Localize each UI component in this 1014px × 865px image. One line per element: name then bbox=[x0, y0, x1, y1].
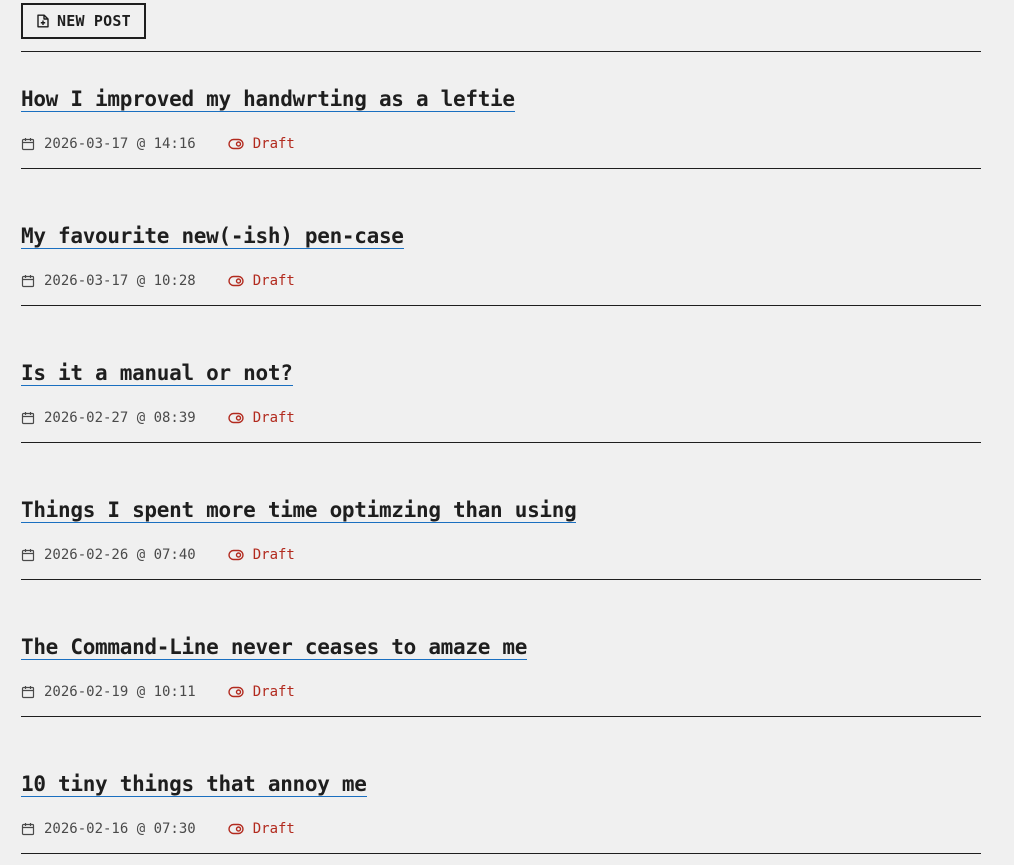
post-list-page: NEW POST How I improved my handwrting as… bbox=[21, 3, 981, 854]
post-status: Draft bbox=[228, 135, 295, 153]
status-label: Draft bbox=[252, 273, 295, 289]
new-post-label: NEW POST bbox=[57, 12, 131, 30]
post-meta: 2026-02-27 @ 08:39 Draft bbox=[21, 409, 295, 427]
post-item: Is it a manual or not? 2026-02-27 @ 08:3… bbox=[21, 306, 981, 443]
post-title-link[interactable]: 10 tiny things that annoy me bbox=[21, 772, 367, 797]
post-status: Draft bbox=[228, 683, 295, 701]
post-item: My favourite new(-ish) pen-case 2026-03-… bbox=[21, 169, 981, 306]
post-status: Draft bbox=[228, 820, 295, 838]
post-date: 2026-02-16 @ 07:30 bbox=[21, 820, 196, 838]
post-meta: 2026-03-17 @ 14:16 Draft bbox=[21, 135, 295, 153]
toggle-off-icon bbox=[228, 686, 244, 698]
post-date: 2026-02-26 @ 07:40 bbox=[21, 546, 196, 564]
post-datetime: 2026-03-17 @ 10:28 bbox=[44, 273, 196, 289]
post-title-link[interactable]: How I improved my handwrting as a leftie bbox=[21, 87, 515, 112]
post-datetime: 2026-02-19 @ 10:11 bbox=[44, 684, 196, 700]
status-label: Draft bbox=[252, 547, 295, 563]
post-meta: 2026-02-19 @ 10:11 Draft bbox=[21, 683, 295, 701]
divider bbox=[21, 51, 981, 52]
calendar-icon bbox=[21, 823, 35, 836]
post-title-link[interactable]: The Command-Line never ceases to amaze m… bbox=[21, 635, 527, 660]
post-datetime: 2026-02-26 @ 07:40 bbox=[44, 547, 196, 563]
toggle-off-icon bbox=[228, 549, 244, 561]
post-status: Draft bbox=[228, 272, 295, 290]
post-title-link[interactable]: My favourite new(-ish) pen-case bbox=[21, 224, 404, 249]
post-datetime: 2026-02-27 @ 08:39 bbox=[44, 410, 196, 426]
post-datetime: 2026-02-16 @ 07:30 bbox=[44, 821, 196, 837]
status-label: Draft bbox=[252, 136, 295, 152]
post-meta: 2026-02-16 @ 07:30 Draft bbox=[21, 820, 295, 838]
post-datetime: 2026-03-17 @ 14:16 bbox=[44, 136, 196, 152]
post-date: 2026-02-27 @ 08:39 bbox=[21, 409, 196, 427]
toggle-off-icon bbox=[228, 823, 244, 835]
file-plus-icon bbox=[37, 14, 49, 28]
post-meta: 2026-02-26 @ 07:40 Draft bbox=[21, 546, 295, 564]
calendar-icon bbox=[21, 138, 35, 151]
post-title-link[interactable]: Is it a manual or not? bbox=[21, 361, 293, 386]
calendar-icon bbox=[21, 549, 35, 562]
status-label: Draft bbox=[252, 821, 295, 837]
post-date: 2026-02-19 @ 10:11 bbox=[21, 683, 196, 701]
post-status: Draft bbox=[228, 546, 295, 564]
post-item: 10 tiny things that annoy me 2026-02-16 … bbox=[21, 717, 981, 854]
calendar-icon bbox=[21, 686, 35, 699]
status-label: Draft bbox=[252, 410, 295, 426]
post-date: 2026-03-17 @ 14:16 bbox=[21, 135, 196, 153]
post-title-link[interactable]: Things I spent more time optimzing than … bbox=[21, 498, 577, 523]
toggle-off-icon bbox=[228, 275, 244, 287]
post-status: Draft bbox=[228, 409, 295, 427]
post-item: Things I spent more time optimzing than … bbox=[21, 443, 981, 580]
toggle-off-icon bbox=[228, 412, 244, 424]
post-date: 2026-03-17 @ 10:28 bbox=[21, 272, 196, 290]
post-item: How I improved my handwrting as a leftie… bbox=[21, 60, 981, 169]
toggle-off-icon bbox=[228, 138, 244, 150]
calendar-icon bbox=[21, 275, 35, 288]
new-post-button[interactable]: NEW POST bbox=[21, 3, 146, 39]
post-list: How I improved my handwrting as a leftie… bbox=[21, 60, 981, 854]
calendar-icon bbox=[21, 412, 35, 425]
post-meta: 2026-03-17 @ 10:28 Draft bbox=[21, 272, 295, 290]
status-label: Draft bbox=[252, 684, 295, 700]
post-item: The Command-Line never ceases to amaze m… bbox=[21, 580, 981, 717]
